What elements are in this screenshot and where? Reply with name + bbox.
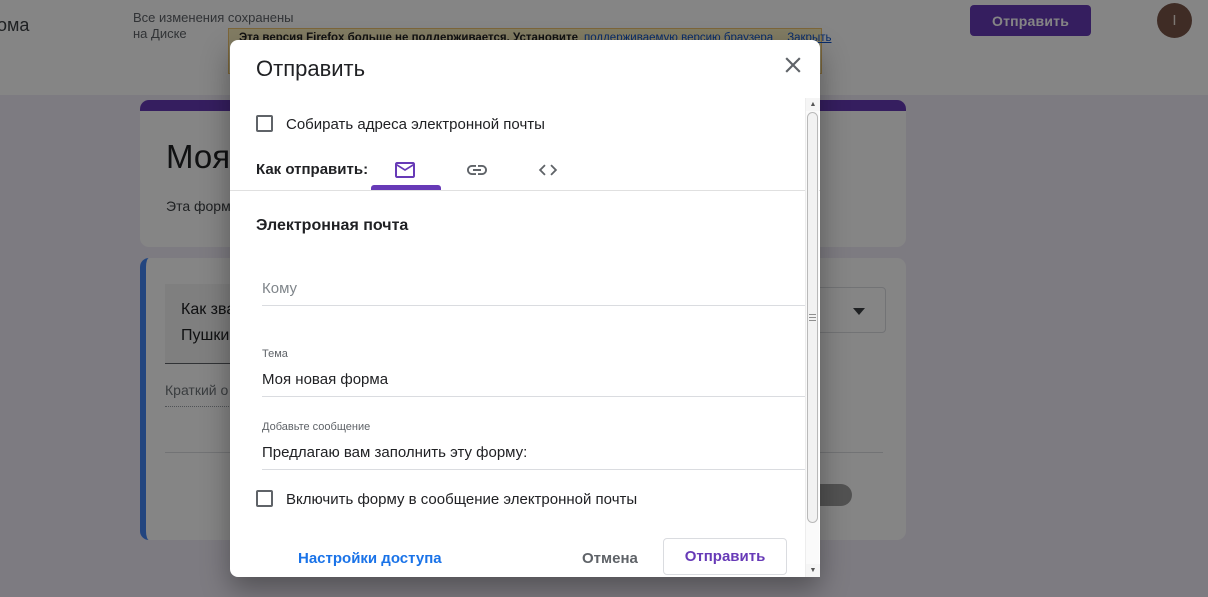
dialog-divider bbox=[230, 190, 820, 191]
scroll-up-arrow-icon[interactable]: ▲ bbox=[806, 98, 820, 111]
cancel-button[interactable]: Отмена bbox=[582, 550, 638, 567]
scrollbar-thumb[interactable] bbox=[807, 112, 818, 523]
include-form-label: Включить форму в сообщение электронной п… bbox=[286, 491, 637, 508]
include-form-checkbox[interactable] bbox=[256, 490, 273, 507]
tab-send-by-email[interactable] bbox=[385, 154, 425, 186]
message-label: Добавьте сообщение bbox=[262, 421, 370, 433]
send-via-label: Как отправить: bbox=[256, 161, 368, 178]
code-icon bbox=[537, 159, 559, 181]
dialog-title: Отправить bbox=[256, 56, 365, 82]
subject-label: Тема bbox=[262, 348, 288, 360]
tab-embed-html[interactable] bbox=[528, 154, 568, 186]
scrollbar-grip bbox=[809, 317, 816, 318]
scroll-down-arrow-icon[interactable]: ▼ bbox=[806, 564, 820, 577]
close-icon[interactable] bbox=[780, 52, 806, 78]
message-input[interactable] bbox=[262, 444, 810, 470]
access-settings-link[interactable]: Настройки доступа bbox=[298, 550, 442, 567]
send-button-dialog[interactable]: Отправить bbox=[663, 538, 787, 575]
to-input[interactable] bbox=[262, 280, 810, 306]
link-icon bbox=[465, 158, 489, 182]
subject-input[interactable] bbox=[262, 371, 810, 397]
email-section-heading: Электронная почта bbox=[256, 217, 408, 235]
send-dialog: Отправить Собирать адреса электронной по… bbox=[230, 40, 820, 577]
dialog-scrollbar[interactable]: ▲ ▼ bbox=[805, 98, 819, 577]
scrollbar-grip bbox=[809, 320, 816, 321]
collect-emails-label: Собирать адреса электронной почты bbox=[286, 116, 545, 133]
screen: ома Все изменения сохранены на Диске Отп… bbox=[0, 0, 1208, 597]
email-icon bbox=[393, 158, 417, 182]
tab-send-by-link[interactable] bbox=[457, 154, 497, 186]
collect-emails-checkbox[interactable] bbox=[256, 115, 273, 132]
scrollbar-grip bbox=[809, 314, 816, 315]
